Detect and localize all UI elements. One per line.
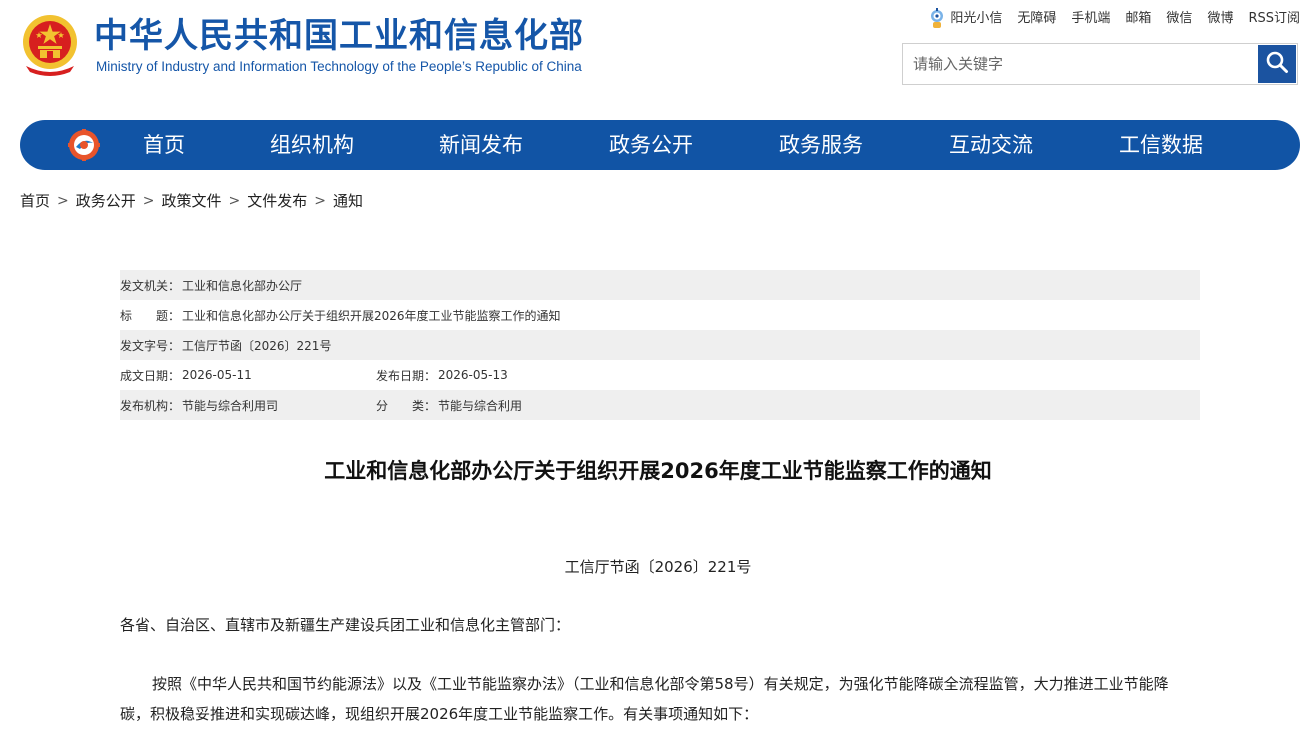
breadcrumb-separator: >: [314, 192, 326, 209]
breadcrumb: 首页 > 政务公开 > 政策文件 > 文件发布 > 通知: [20, 190, 363, 211]
nav-interaction[interactable]: 互动交流: [949, 120, 1033, 170]
meta-title: 工业和信息化部办公厅关于组织开展2026年度工业节能监察工作的通知: [182, 308, 561, 323]
toplink-accessibility[interactable]: 无障碍: [1017, 9, 1056, 29]
meta-published-date: 2026-05-13: [438, 368, 508, 382]
article-title: 工业和信息化部办公厅关于组织开展2026年度工业节能监察工作的通知: [324, 459, 992, 483]
meta-row-issuer: 发文机关： 工业和信息化部办公厅: [120, 270, 1200, 300]
meta-label: 成文日期：: [120, 368, 181, 383]
meta-row-docno: 发文字号： 工信厅节函〔2026〕221号: [120, 330, 1200, 360]
meta-row-org: 发布机构： 节能与综合利用司 分 类： 节能与综合利用: [120, 390, 1200, 420]
breadcrumb-document-release[interactable]: 文件发布: [247, 190, 307, 211]
breadcrumb-government-affairs[interactable]: 政务公开: [76, 190, 136, 211]
toplink-sunshine[interactable]: 阳光小信: [928, 8, 1002, 30]
top-links: 阳光小信 无障碍 手机端 邮箱 微信 微博 RSS订阅: [928, 8, 1300, 30]
toplink-mobile[interactable]: 手机端: [1071, 9, 1110, 29]
toplink-wechat[interactable]: 微信: [1166, 9, 1192, 29]
nav-data[interactable]: 工信数据: [1119, 120, 1203, 170]
breadcrumb-home[interactable]: 首页: [20, 190, 50, 211]
nav-government-affairs[interactable]: 政务公开: [609, 120, 693, 170]
nav-organization[interactable]: 组织机构: [270, 120, 354, 170]
toplink-weibo[interactable]: 微博: [1207, 9, 1233, 29]
national-emblem-icon: [20, 12, 80, 78]
search-icon: [1265, 50, 1289, 78]
site-subtitle: Ministry of Industry and Information Tec…: [96, 59, 582, 74]
meta-label: 分 类：: [376, 398, 437, 413]
article-doc-number: 工信厅节函〔2026〕221号: [564, 558, 752, 576]
meta-row-dates: 成文日期： 2026-05-11 发布日期： 2026-05-13: [120, 360, 1200, 390]
meta-label: 发文字号：: [120, 338, 181, 353]
meta-label: 发布日期：: [376, 368, 437, 383]
meta-label: 发文机关：: [120, 278, 181, 293]
search-input[interactable]: [903, 44, 1258, 84]
toplink-rss[interactable]: RSS订阅: [1248, 9, 1300, 29]
meta-row-title: 标 题： 工业和信息化部办公厅关于组织开展2026年度工业节能监察工作的通知: [120, 300, 1200, 330]
search-box: [902, 43, 1298, 85]
breadcrumb-separator: >: [228, 192, 241, 209]
meta-label: 标 题：: [120, 308, 181, 323]
search-button[interactable]: [1258, 45, 1296, 83]
article-paragraph: 按照《中华人民共和国节约能源法》以及《工业节能监察办法》（工业和信息化部令第58…: [120, 675, 1169, 723]
meta-org: 节能与综合利用司: [182, 398, 279, 413]
document-meta-table: 发文机关： 工业和信息化部办公厅 标 题： 工业和信息化部办公厅关于组织开展20…: [120, 270, 1200, 420]
breadcrumb-separator: >: [57, 192, 69, 209]
toplink-mail[interactable]: 邮箱: [1125, 9, 1151, 29]
meta-category: 节能与综合利用: [438, 398, 523, 413]
meta-created-date: 2026-05-11: [182, 368, 252, 382]
main-nav: 首页 组织机构 新闻发布 政务公开 政务服务 互动交流 工信数据: [20, 120, 1300, 170]
robot-mascot-icon: [928, 8, 946, 30]
nav-home[interactable]: 首页: [143, 120, 185, 170]
article-salutation: 各省、自治区、直辖市及新疆生产建设兵团工业和信息化主管部门：: [120, 616, 571, 634]
toplink-label: 阳光小信: [950, 11, 1003, 26]
breadcrumb-separator: >: [142, 192, 155, 209]
breadcrumb-policy-documents[interactable]: 政策文件: [162, 190, 222, 211]
meta-issuer: 工业和信息化部办公厅: [182, 278, 303, 293]
meta-docno: 工信厅节函〔2026〕221号: [182, 338, 332, 353]
miit-logo-icon: [67, 128, 101, 162]
site-title[interactable]: 中华人民共和国工业和信息化部: [94, 16, 584, 56]
meta-label: 发布机构：: [120, 398, 181, 413]
nav-news[interactable]: 新闻发布: [439, 120, 523, 170]
nav-services[interactable]: 政务服务: [779, 120, 863, 170]
breadcrumb-notice[interactable]: 通知: [333, 190, 363, 211]
